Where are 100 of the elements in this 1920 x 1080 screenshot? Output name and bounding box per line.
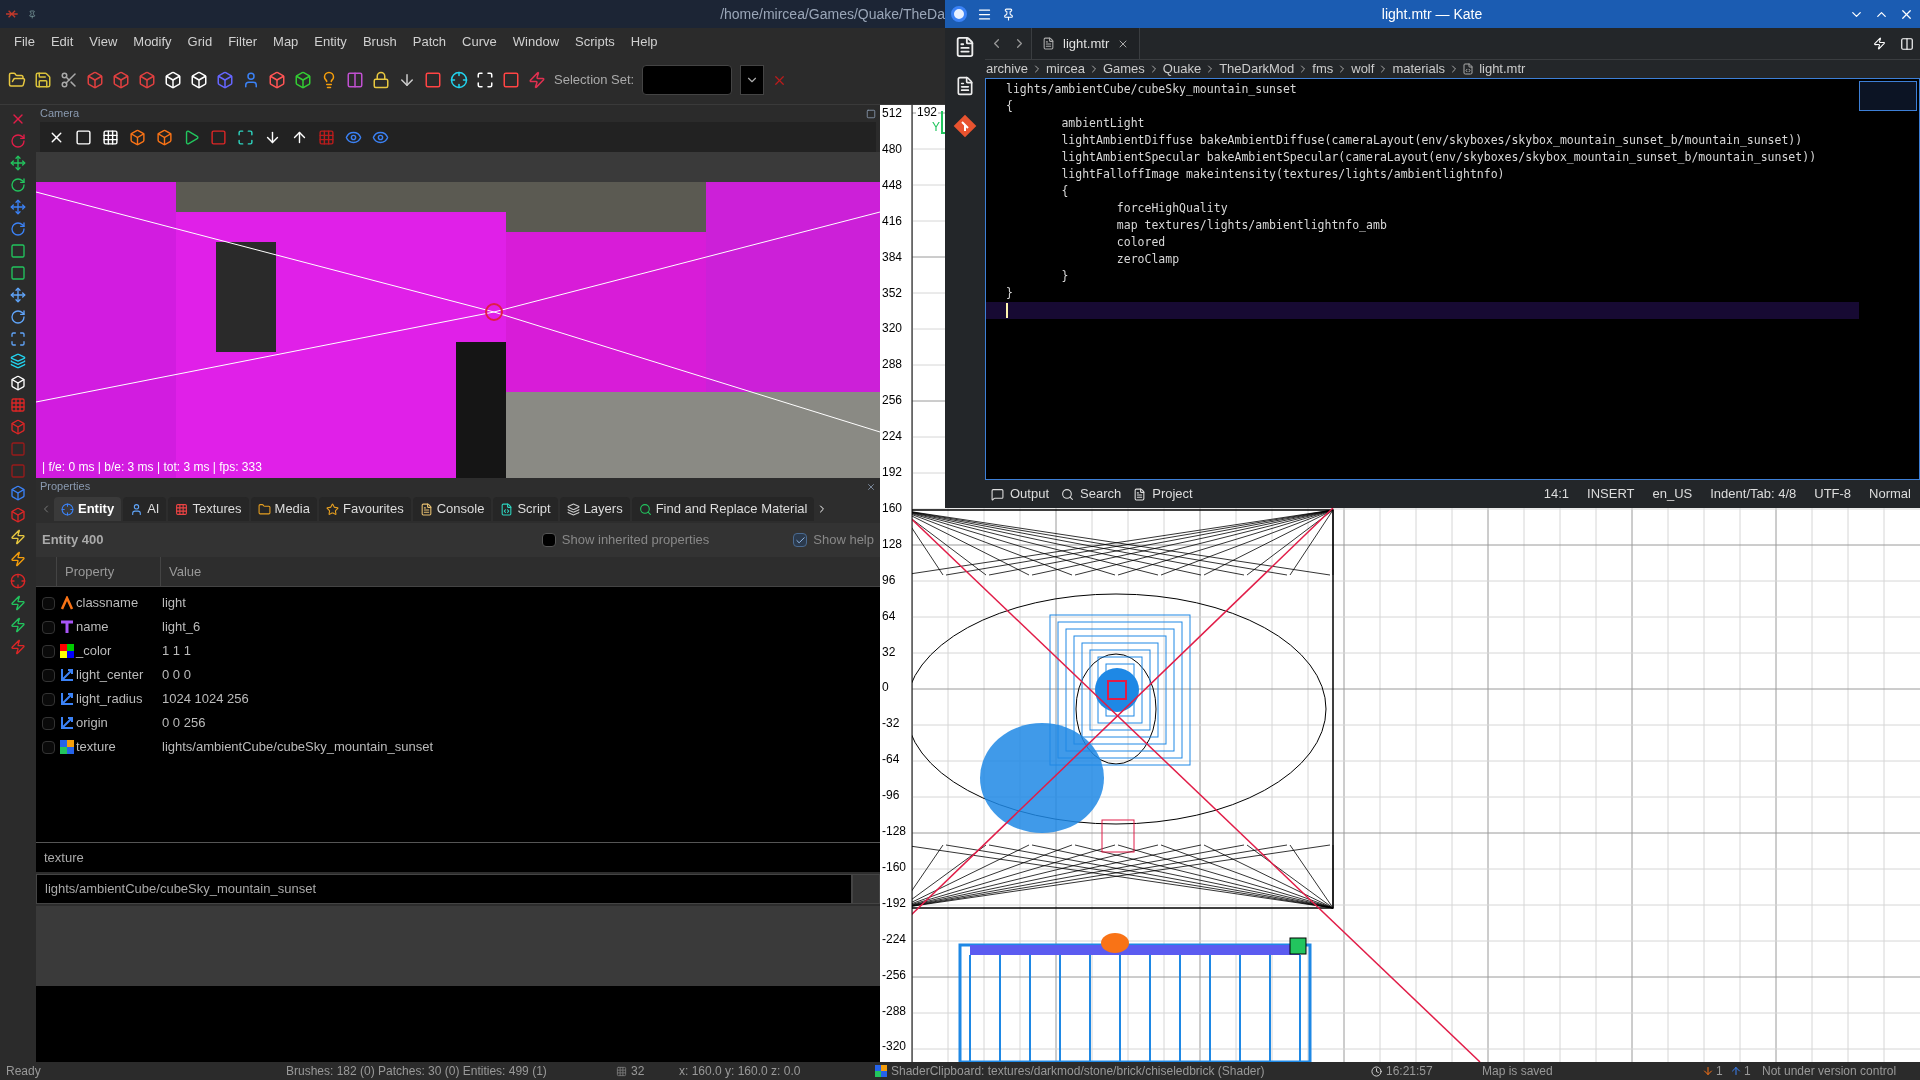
checkbox[interactable] bbox=[541, 533, 556, 547]
row-checkbox[interactable] bbox=[41, 740, 55, 754]
menu-item[interactable]: Help bbox=[622, 29, 666, 55]
frame-icon[interactable] bbox=[476, 71, 494, 89]
tab[interactable]: Media bbox=[250, 497, 317, 521]
ruler-label: -256 bbox=[882, 968, 907, 981]
status-item[interactable]: UTF-8 bbox=[1805, 484, 1861, 504]
tool-icon[interactable] bbox=[10, 595, 26, 611]
menu-icon[interactable] bbox=[977, 6, 992, 22]
tab[interactable]: Script bbox=[493, 497, 558, 521]
breadcrumb[interactable]: Quake bbox=[1161, 59, 1203, 79]
menu-item[interactable]: Map bbox=[265, 29, 307, 55]
tool-tab[interactable]: Search bbox=[1055, 484, 1128, 504]
box-icon[interactable] bbox=[156, 128, 173, 146]
property-value: 1 1 1 bbox=[162, 642, 191, 661]
code-line: lightAmbientDiffuse bakeAmbientDiffuse(cameraLayout(env/skyboxes/skybox_mountain_sunset_b/mountain_sunset)) bbox=[1060, 133, 1803, 147]
tool-tab[interactable]: Output bbox=[985, 484, 1056, 504]
tab[interactable]: AI bbox=[123, 497, 167, 521]
crosshair-icon[interactable] bbox=[450, 71, 468, 89]
menu-item[interactable]: Patch bbox=[404, 29, 455, 55]
menu-item[interactable]: Modify bbox=[125, 29, 180, 55]
status-item[interactable]: Normal bbox=[1860, 484, 1920, 504]
row-checkbox[interactable] bbox=[41, 668, 55, 682]
box-icon[interactable] bbox=[112, 71, 130, 89]
menu-item[interactable]: Scripts bbox=[567, 29, 623, 55]
ruler-label: 320 bbox=[882, 322, 903, 335]
documents-icon[interactable] bbox=[954, 36, 976, 58]
checkbox[interactable] bbox=[793, 533, 808, 547]
play-icon[interactable] bbox=[183, 128, 200, 146]
tool-icon[interactable] bbox=[10, 177, 26, 193]
breadcrumb[interactable]: Games bbox=[1101, 59, 1146, 79]
code-line: map textures/lights/ambientlightnfo_amb bbox=[1115, 218, 1387, 232]
value-input[interactable]: lights/ambientCube/cubeSky_mountain_sunset bbox=[36, 874, 852, 904]
menu-item[interactable]: Brush bbox=[354, 29, 405, 55]
tab[interactable]: Entity bbox=[54, 497, 122, 521]
breadcrumb[interactable]: materials bbox=[1391, 59, 1447, 79]
close-icon[interactable] bbox=[866, 481, 876, 492]
checkbox-label: Show inherited properties bbox=[561, 531, 710, 550]
pin-icon[interactable] bbox=[1002, 7, 1015, 21]
tool-icon[interactable] bbox=[10, 551, 26, 567]
tab[interactable]: Textures bbox=[168, 497, 249, 521]
menu-item[interactable]: Grid bbox=[179, 29, 221, 55]
minimap[interactable] bbox=[1859, 81, 1917, 111]
float-icon[interactable] bbox=[866, 108, 876, 119]
stop-icon[interactable] bbox=[210, 128, 227, 146]
split-view-icon[interactable] bbox=[1900, 36, 1914, 51]
property-key: _color bbox=[76, 641, 162, 661]
status-time: 16:21:57 bbox=[1386, 1063, 1434, 1080]
property-value: 0 0 256 bbox=[162, 714, 206, 733]
pin-icon[interactable] bbox=[27, 7, 37, 21]
scissors-icon[interactable] bbox=[60, 71, 78, 89]
tool-icon[interactable] bbox=[10, 155, 26, 171]
code-editor[interactable] bbox=[985, 78, 1920, 480]
lock-icon[interactable] bbox=[372, 71, 390, 89]
save-icon[interactable] bbox=[34, 71, 52, 89]
figure-icon[interactable] bbox=[242, 71, 260, 89]
menu-item[interactable]: Curve bbox=[454, 29, 505, 55]
row-checkbox[interactable] bbox=[41, 620, 55, 634]
selection-set-field[interactable] bbox=[642, 65, 733, 95]
spark-icon[interactable] bbox=[528, 71, 546, 89]
box-icon[interactable] bbox=[86, 71, 104, 89]
arrow-icon[interactable] bbox=[398, 71, 416, 89]
breadcrumb[interactable]: wolf bbox=[1350, 59, 1376, 79]
tool-tab[interactable]: Project bbox=[1127, 484, 1199, 504]
tab[interactable]: Console bbox=[412, 497, 492, 521]
tab[interactable]: Layers bbox=[559, 497, 630, 521]
tool-icon[interactable] bbox=[10, 353, 26, 369]
status-item[interactable]: en_US bbox=[1643, 484, 1702, 504]
breadcrumb[interactable]: mircea bbox=[1044, 59, 1086, 79]
menu-item[interactable]: View bbox=[81, 29, 126, 55]
status-item[interactable]: INSERT bbox=[1578, 484, 1644, 504]
bracket-icon[interactable] bbox=[346, 71, 364, 89]
menu-item[interactable]: Edit bbox=[42, 29, 82, 55]
tab[interactable]: Find and Replace Material bbox=[631, 497, 815, 521]
row-checkbox[interactable] bbox=[41, 716, 55, 730]
frame-icon[interactable] bbox=[237, 128, 254, 146]
menu-item[interactable]: File bbox=[6, 29, 43, 55]
ruler-label: -32 bbox=[882, 717, 900, 730]
row-checkbox[interactable] bbox=[41, 644, 55, 658]
tool-icon[interactable] bbox=[10, 617, 26, 633]
lightning-icon[interactable] bbox=[1873, 37, 1886, 50]
tab[interactable]: Favourites bbox=[319, 497, 411, 521]
row-checkbox[interactable] bbox=[41, 596, 55, 610]
breadcrumb[interactable]: fms bbox=[1311, 59, 1335, 79]
cube-icon[interactable] bbox=[294, 71, 312, 89]
breadcrumb[interactable]: archive bbox=[985, 59, 1029, 79]
menu-item[interactable]: Filter bbox=[220, 29, 266, 55]
breadcrumb[interactable]: light.mtr bbox=[1478, 59, 1527, 79]
menu-item[interactable]: Window bbox=[504, 29, 568, 55]
code-line: forceHighQuality bbox=[1115, 201, 1228, 215]
file-tab[interactable]: light.mtr bbox=[1031, 28, 1141, 59]
row-checkbox[interactable] bbox=[41, 692, 55, 706]
folder-icon[interactable] bbox=[8, 71, 26, 89]
breadcrumb[interactable]: TheDarkMod bbox=[1218, 59, 1296, 79]
menu-item[interactable]: Entity bbox=[306, 29, 355, 55]
status-item[interactable]: 14:1 bbox=[1534, 484, 1579, 504]
status-item[interactable]: Indent/Tab: 4/8 bbox=[1701, 484, 1806, 504]
box-icon[interactable] bbox=[129, 128, 146, 146]
box-icon[interactable] bbox=[138, 71, 156, 89]
column-header[interactable]: Property bbox=[56, 557, 160, 586]
